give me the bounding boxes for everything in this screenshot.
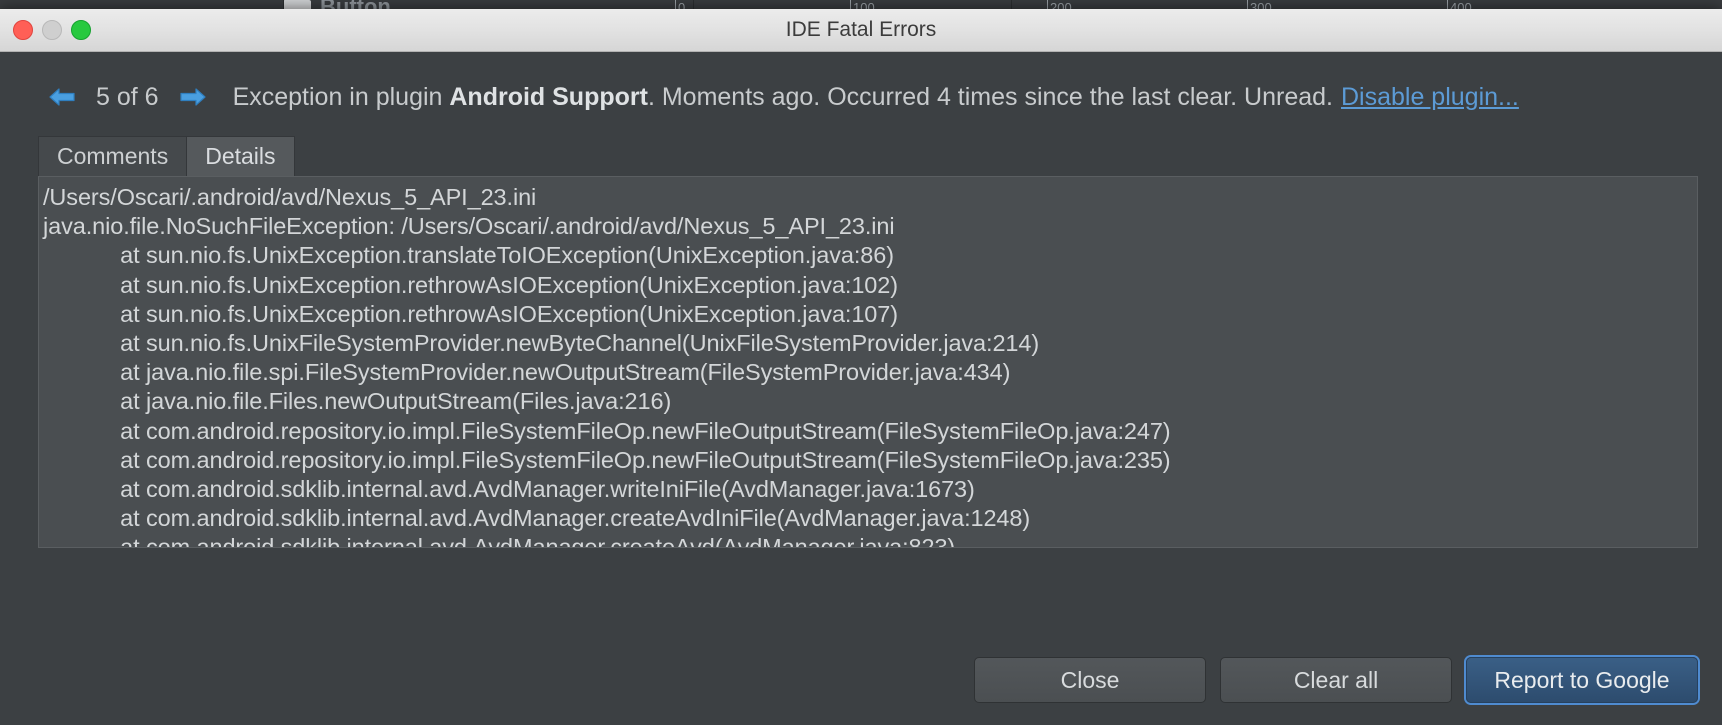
stack-trace-line: at java.nio.file.Files.newOutputStream(F… [43,387,1697,416]
clear-all-button-label: Clear all [1294,667,1378,694]
error-message: Exception in plugin Android Support. Mom… [233,83,1333,112]
dialog-footer: Close Clear all Report to Google [974,657,1698,703]
disable-plugin-link[interactable]: Disable plugin... [1341,83,1519,112]
stack-trace-line: at sun.nio.fs.UnixException.translateToI… [43,241,1697,270]
error-message-suffix: . Moments ago. Occurred 4 times since th… [648,83,1333,111]
stack-trace-content: /Users/Oscari/.android/avd/Nexus_5_API_2… [39,177,1697,548]
stack-trace-line: at sun.nio.fs.UnixFileSystemProvider.new… [43,329,1697,358]
clear-all-button[interactable]: Clear all [1220,657,1452,703]
zoom-window-button[interactable] [71,20,91,40]
window-controls [13,20,91,40]
report-to-google-button-label: Report to Google [1494,667,1669,694]
stack-trace-line: at com.android.repository.io.impl.FileSy… [43,417,1697,446]
close-button[interactable]: Close [974,657,1206,703]
stack-trace-line: at com.android.sdklib.internal.avd.AvdMa… [43,504,1697,533]
stack-trace-line: /Users/Oscari/.android/avd/Nexus_5_API_2… [43,183,1697,212]
stack-trace-line: at com.android.repository.io.impl.FileSy… [43,446,1697,475]
previous-error-arrow-icon[interactable] [48,85,78,109]
stack-trace-line: at com.android.sdklib.internal.avd.AvdMa… [43,475,1697,504]
error-header-row: 5 of 6 Exception in plugin Android Suppo… [0,52,1722,118]
close-window-button[interactable] [13,20,33,40]
detail-tabs: Comments Details [38,136,1722,176]
dialog-titlebar: IDE Fatal Errors [0,9,1722,52]
next-error-arrow-icon[interactable] [177,85,207,109]
stack-trace-line: at sun.nio.fs.UnixException.rethrowAsIOE… [43,300,1697,329]
plugin-name: Android Support [449,83,648,111]
dialog-body: 5 of 6 Exception in plugin Android Suppo… [0,52,1722,725]
tab-details-label: Details [205,143,275,170]
tab-comments-label: Comments [57,143,168,170]
stack-trace-line: at com.android.sdklib.internal.avd.AvdMa… [43,533,1697,548]
tab-comments[interactable]: Comments [38,136,187,176]
stack-trace-line: at sun.nio.fs.UnixException.rethrowAsIOE… [43,271,1697,300]
tab-details[interactable]: Details [186,136,294,176]
minimize-window-button[interactable] [42,20,62,40]
ide-fatal-errors-dialog: IDE Fatal Errors 5 of 6 Exception in plu… [0,9,1722,724]
window-title: IDE Fatal Errors [786,18,937,42]
stack-trace-line: java.nio.file.NoSuchFileException: /User… [43,212,1697,241]
stack-trace-line: at java.nio.file.spi.FileSystemProvider.… [43,358,1697,387]
report-to-google-button[interactable]: Report to Google [1466,657,1698,703]
stack-trace-panel[interactable]: /Users/Oscari/.android/avd/Nexus_5_API_2… [38,176,1698,548]
error-message-prefix: Exception in plugin [233,83,450,111]
error-counter: 5 of 6 [96,83,159,112]
close-button-label: Close [1061,667,1120,694]
